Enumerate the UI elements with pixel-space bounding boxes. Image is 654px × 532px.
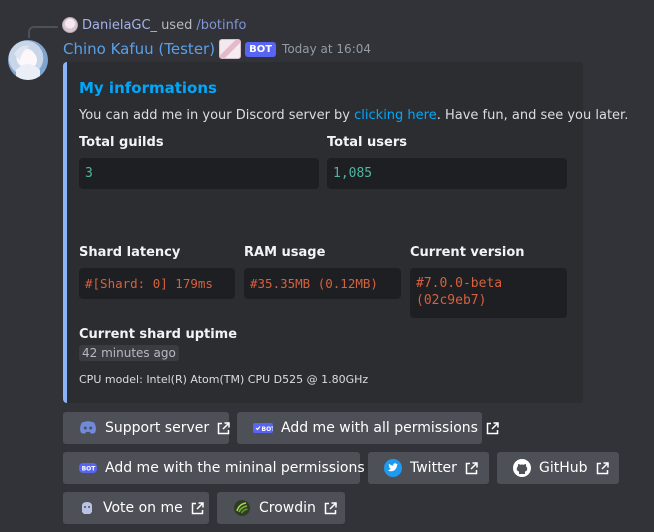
add-all-permissions-label: Add me with all permissions bbox=[281, 420, 478, 436]
field-total-users-name: Total users bbox=[327, 135, 407, 150]
twitter-icon bbox=[384, 459, 402, 477]
field-uptime-name: Current shard uptime bbox=[79, 327, 238, 342]
info-embed: My informations You can add me in your D… bbox=[63, 62, 628, 403]
reply-command[interactable]: /botinfo bbox=[196, 18, 246, 33]
bot-badge-icon: BOT bbox=[79, 459, 97, 477]
crowdin-icon bbox=[233, 499, 251, 517]
vote-button[interactable]: Vote on me bbox=[63, 492, 209, 524]
support-server-button[interactable]: Support server bbox=[63, 412, 230, 444]
bot-badge-icon: BOT bbox=[253, 419, 273, 437]
bot-avatar[interactable] bbox=[8, 40, 48, 80]
field-total-guilds-name: Total guilds bbox=[79, 135, 164, 150]
version-line-1: #7.0.0-beta bbox=[416, 276, 503, 291]
reply-used-text: used bbox=[161, 17, 193, 33]
embed-description: You can add me in your Discord server by… bbox=[79, 108, 628, 123]
external-link-icon bbox=[596, 461, 609, 475]
external-link-icon bbox=[324, 501, 337, 515]
reply-avatar bbox=[62, 17, 78, 33]
crowdin-label: Crowdin bbox=[259, 500, 316, 516]
field-current-version-value: #7.0.0-beta (02c9eb7) bbox=[410, 268, 567, 318]
svg-text:BOT: BOT bbox=[82, 466, 97, 473]
external-link-icon bbox=[191, 501, 204, 515]
embed-desc-prefix: You can add me in your Discord server by bbox=[79, 108, 355, 123]
field-ram-usage-value: #35.35MB (0.12MB) bbox=[244, 268, 401, 299]
reply-reference[interactable]: DanielaGC_ used /botinfo bbox=[62, 16, 246, 34]
vote-label: Vote on me bbox=[103, 500, 183, 516]
twitter-button[interactable]: Twitter bbox=[368, 452, 489, 484]
crowdin-button[interactable]: Crowdin bbox=[217, 492, 345, 524]
field-shard-latency-name: Shard latency bbox=[79, 245, 181, 260]
discord-icon bbox=[79, 419, 97, 437]
svg-text:BOT: BOT bbox=[262, 426, 274, 433]
external-link-icon bbox=[486, 421, 499, 435]
external-link-icon bbox=[465, 461, 478, 475]
field-total-users-value: 1,085 bbox=[327, 158, 567, 189]
reply-username[interactable]: DanielaGC_ bbox=[82, 18, 157, 33]
version-line-2: (02c9eb7) bbox=[416, 293, 487, 308]
message-timestamp[interactable]: Today at 16:04 bbox=[282, 42, 371, 56]
name-emoji-icon bbox=[219, 39, 242, 59]
github-icon bbox=[513, 459, 531, 477]
message-header: Chino Kafuu (Tester) BOT Today at 16:04 bbox=[63, 39, 371, 59]
github-label: GitHub bbox=[539, 460, 588, 476]
add-minimal-permissions-button[interactable]: BOT Add me with the mininal permissions bbox=[63, 452, 386, 484]
field-shard-latency-value: #[Shard: 0] 179ms bbox=[79, 268, 235, 299]
bot-username[interactable]: Chino Kafuu (Tester) bbox=[63, 40, 215, 58]
embed-footer: CPU model: Intel(R) Atom(TM) CPU D525 @ … bbox=[79, 373, 369, 386]
bot-tag-badge: BOT bbox=[245, 41, 277, 57]
invite-link[interactable]: clicking here bbox=[354, 108, 437, 123]
support-server-label: Support server bbox=[105, 420, 210, 436]
field-current-version-name: Current version bbox=[410, 245, 525, 260]
vote-icon bbox=[79, 499, 95, 517]
github-button[interactable]: GitHub bbox=[497, 452, 619, 484]
reply-connector bbox=[28, 26, 58, 38]
field-ram-usage-name: RAM usage bbox=[244, 245, 326, 260]
embed-title: My informations bbox=[79, 79, 217, 97]
field-uptime-value[interactable]: 42 minutes ago bbox=[79, 345, 179, 361]
twitter-label: Twitter bbox=[410, 460, 457, 476]
embed-desc-suffix: . Have fun, and see you later. bbox=[436, 108, 629, 123]
add-minimal-permissions-label: Add me with the mininal permissions bbox=[105, 460, 365, 476]
add-all-permissions-button[interactable]: BOT Add me with all permissions bbox=[237, 412, 499, 444]
field-total-guilds-value: 3 bbox=[79, 158, 319, 189]
external-link-icon bbox=[217, 421, 230, 435]
